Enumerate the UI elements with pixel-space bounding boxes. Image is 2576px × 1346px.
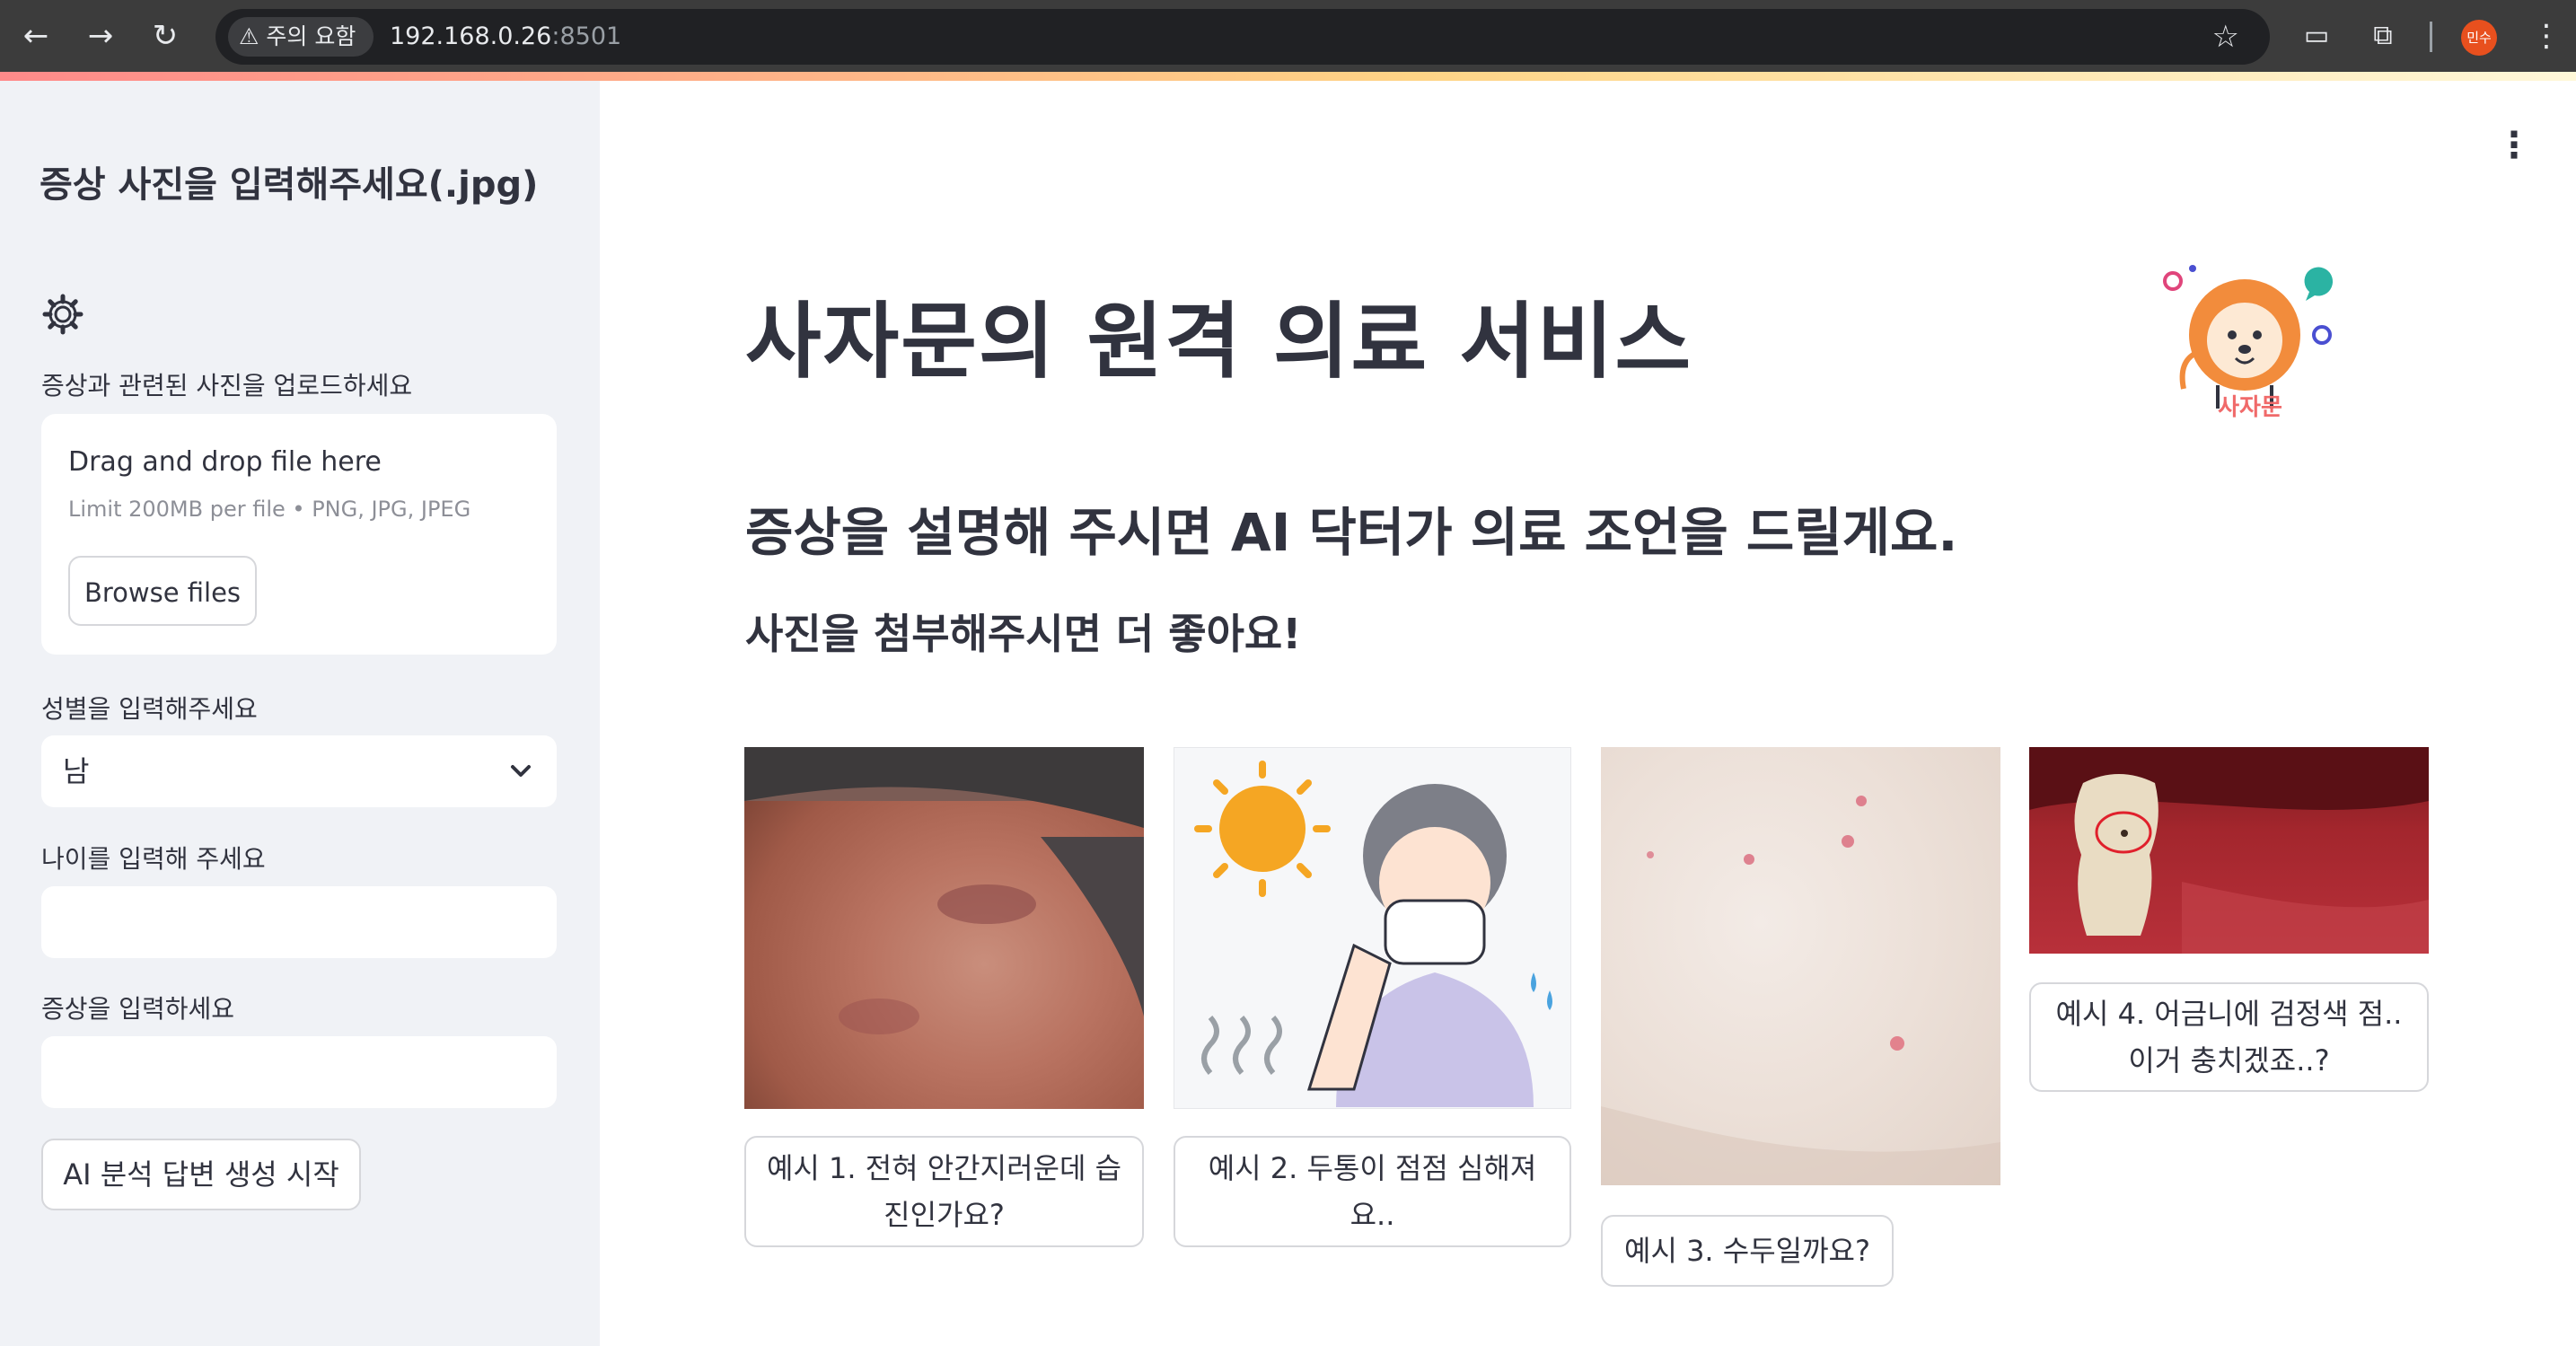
age-label: 나이를 입력해 주세요 bbox=[41, 844, 266, 874]
page-subtitle-secondary: 사진을 첨부해주시면 더 좋아요! bbox=[745, 610, 1302, 658]
browser-menu-icon[interactable]: ⋮ bbox=[2530, 16, 2563, 56]
symptom-label: 증상을 입력하세요 bbox=[41, 994, 234, 1024]
warning-icon: ⚠ bbox=[239, 23, 259, 49]
logo-text: 사자문 bbox=[2218, 394, 2282, 421]
toolbar-divider bbox=[2430, 22, 2432, 52]
extensions-icon[interactable]: ⧉ bbox=[2363, 16, 2403, 56]
media-icon[interactable]: ▭ bbox=[2297, 16, 2336, 56]
age-input[interactable] bbox=[41, 886, 557, 958]
url-host: 192.168.0.26 bbox=[390, 22, 552, 50]
browse-files-button[interactable]: Browse files bbox=[68, 556, 257, 626]
bookmark-star-icon[interactable]: ☆ bbox=[2212, 16, 2239, 57]
reload-icon[interactable]: ↻ bbox=[145, 16, 185, 56]
dropzone-limit: Limit 200MB per file • PNG, JPG, JPEG bbox=[68, 497, 471, 522]
browser-toolbar: ← → ↻ ⚠ 주의 요함 192.168.0.26:8501 ☆ ▭ ⧉ 민수… bbox=[0, 0, 2576, 72]
address-bar[interactable]: ⚠ 주의 요함 192.168.0.26:8501 ☆ bbox=[215, 9, 2270, 65]
gender-select[interactable]: 남 bbox=[41, 735, 557, 807]
security-label: 주의 요함 bbox=[266, 23, 356, 49]
gear-icon bbox=[41, 293, 84, 336]
gender-label: 성별을 입력해주세요 bbox=[41, 694, 258, 724]
back-icon[interactable]: ← bbox=[16, 16, 56, 56]
example-button-1[interactable]: 예시 1. 전혀 안간지러운데 습진인가요? bbox=[744, 1136, 1144, 1247]
example-button-3[interactable]: 예시 3. 수두일까요? bbox=[1601, 1215, 1894, 1287]
forward-icon[interactable]: → bbox=[81, 16, 120, 56]
symptom-input[interactable] bbox=[41, 1036, 557, 1108]
dropzone-text: Drag and drop file here bbox=[68, 446, 382, 478]
example-button-4[interactable]: 예시 4. 어금니에 검정색 점.. 이거 충치겠죠..? bbox=[2029, 982, 2429, 1092]
page-loading-bar bbox=[0, 72, 2576, 81]
example-image-tooth[interactable] bbox=[2029, 747, 2429, 954]
upload-label: 증상과 관련된 사진을 업로드하세요 bbox=[41, 371, 413, 400]
page-subtitle: 증상을 설명해 주시면 AI 닥터가 의료 조언을 드릴게요. bbox=[745, 502, 1958, 563]
example-image-eczema[interactable] bbox=[744, 747, 1144, 1109]
page-title: 사자문의 원격 의료 서비스 bbox=[745, 294, 1693, 390]
gender-value: 남 bbox=[63, 754, 90, 788]
security-warning-chip[interactable]: ⚠ 주의 요함 bbox=[228, 17, 374, 57]
example-button-2[interactable]: 예시 2. 두통이 점점 심해져요.. bbox=[1174, 1136, 1571, 1247]
example-image-headache[interactable] bbox=[1174, 747, 1571, 1109]
sidebar-title: 증상 사진을 입력해주세요(.jpg) bbox=[40, 164, 539, 206]
generate-analysis-button[interactable]: AI 분석 답변 생성 시작 bbox=[41, 1139, 361, 1210]
lion-logo: 사자문 bbox=[2157, 254, 2345, 443]
example-image-chickenpox[interactable] bbox=[1601, 747, 2000, 1185]
url-port: :8501 bbox=[551, 22, 622, 50]
url-text[interactable]: 192.168.0.26:8501 bbox=[390, 9, 621, 65]
app-menu-icon[interactable]: ⋮ bbox=[2496, 126, 2532, 165]
file-dropzone[interactable]: Drag and drop file here Limit 200MB per … bbox=[41, 414, 557, 655]
chevron-down-icon bbox=[511, 765, 531, 777]
profile-avatar[interactable]: 민수 bbox=[2461, 20, 2497, 56]
